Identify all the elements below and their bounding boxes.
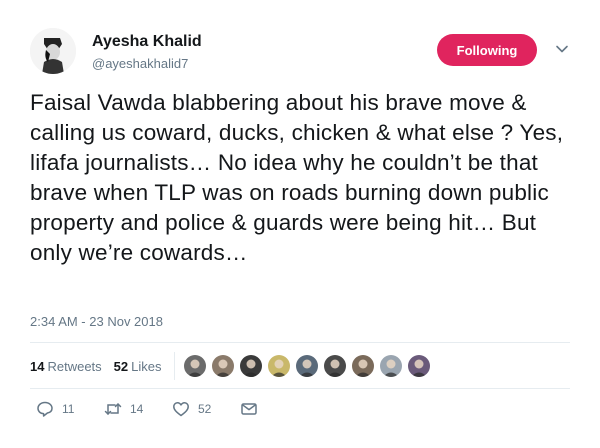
reply-count: 11 [62, 402, 75, 416]
retweet-button[interactable]: 14 [104, 400, 144, 418]
divider [30, 388, 570, 389]
user-avatar-icon [30, 28, 76, 74]
heart-icon [173, 402, 189, 417]
like-count: 52 [198, 402, 212, 416]
author-name[interactable]: Ayesha Khalid [92, 33, 202, 51]
stats-separator [173, 352, 175, 380]
liker-avatar[interactable] [238, 354, 263, 378]
liker-avatar[interactable] [350, 354, 375, 378]
following-button[interactable]: Following [437, 34, 537, 66]
liker-avatar[interactable] [406, 354, 431, 378]
like-button[interactable]: 52 [172, 400, 212, 418]
likes-stat[interactable]: 52 Likes [114, 359, 162, 374]
likes-count: 52 [113, 358, 129, 374]
retweets-stat[interactable]: 14 Retweets [30, 359, 102, 374]
liker-avatar[interactable] [294, 354, 319, 378]
liker-avatar[interactable] [266, 354, 291, 378]
retweet-count: 14 [130, 402, 144, 416]
tweet-actions: 11 14 52 [36, 400, 294, 418]
tweet-timestamp[interactable]: 2:34 AM - 23 Nov 2018 [30, 314, 163, 329]
retweets-count: 14 [30, 358, 45, 374]
direct-message-button[interactable] [240, 400, 266, 418]
chevron-down-icon[interactable] [555, 42, 569, 56]
tweet-text: Faisal Vawda blabbering about his brave … [30, 90, 570, 265]
retweets-label: Retweets [47, 358, 102, 374]
engagement-stats: 14 Retweets 52 Likes [30, 346, 435, 386]
divider [30, 342, 570, 343]
author-handle[interactable]: @ayeshakhalid7 [92, 56, 188, 71]
likes-label: Likes [131, 358, 162, 374]
liker-avatar[interactable] [182, 354, 207, 378]
liker-avatar[interactable] [210, 354, 235, 378]
retweet-icon [104, 403, 122, 415]
liker-avatar[interactable] [322, 354, 347, 378]
reply-button[interactable]: 11 [36, 400, 76, 418]
liker-avatar[interactable] [378, 354, 403, 378]
envelope-icon [241, 403, 257, 415]
liker-avatars [182, 354, 435, 378]
author-avatar[interactable] [30, 28, 76, 74]
reply-icon [37, 401, 53, 417]
